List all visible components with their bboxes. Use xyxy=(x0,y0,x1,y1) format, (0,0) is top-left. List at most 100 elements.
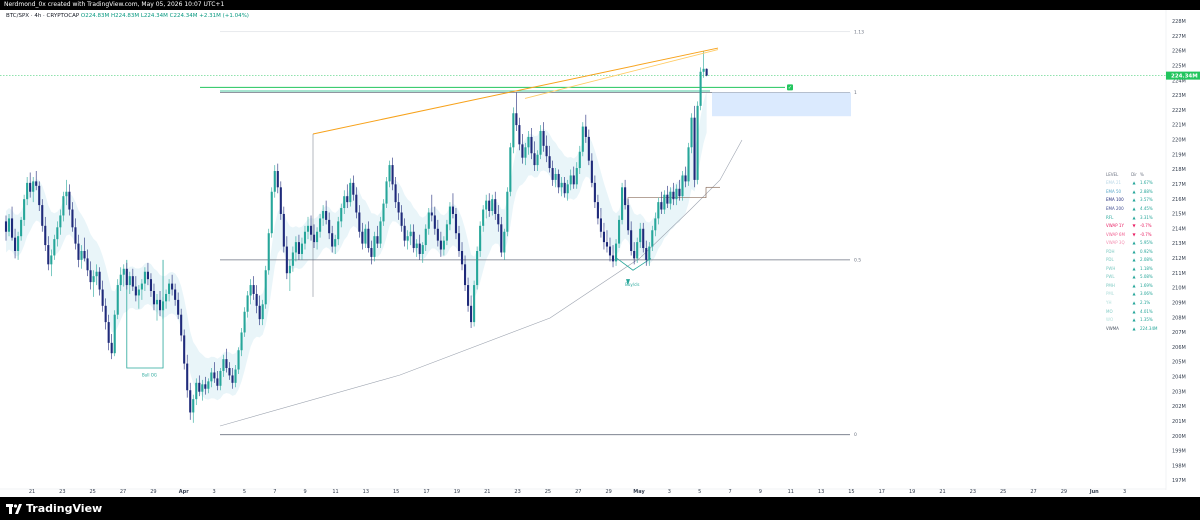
candle-body xyxy=(482,209,485,226)
candle-body xyxy=(20,219,23,237)
indicator-percent: 5.08% xyxy=(1140,274,1153,280)
candle-body xyxy=(596,202,599,219)
indicator-percent: 2.88% xyxy=(1140,188,1153,194)
candle-body xyxy=(584,126,587,137)
candle-body xyxy=(581,126,584,152)
candle-body xyxy=(149,279,153,291)
time-tick-label: 3 xyxy=(1123,489,1126,495)
time-tick-label: 29 xyxy=(150,489,156,495)
candle-body xyxy=(675,188,678,200)
candle-body xyxy=(370,248,373,257)
fib-level-label: 0.5 xyxy=(854,257,861,263)
candle-body xyxy=(442,240,445,250)
candle-body xyxy=(258,305,261,320)
candle-body xyxy=(331,233,334,247)
time-tick-label: 11 xyxy=(332,489,338,495)
candle-body xyxy=(83,251,86,259)
candle-body xyxy=(59,215,62,228)
parabolic-curve xyxy=(219,139,743,427)
check-mark-icon: ✓ xyxy=(788,85,792,91)
candle-body xyxy=(92,276,95,283)
last-price-label: 224.34M xyxy=(1171,74,1198,80)
candle-body xyxy=(56,227,59,240)
candle-body xyxy=(297,242,300,254)
candle-body xyxy=(530,136,533,154)
candle-body xyxy=(542,131,545,146)
candle-body xyxy=(578,151,581,169)
candle-body xyxy=(651,230,654,247)
candle-body xyxy=(240,332,243,351)
candle-body xyxy=(80,251,83,260)
candle-body xyxy=(485,200,488,210)
indicator-level: PDH xyxy=(1106,248,1115,254)
time-tick-label: 15 xyxy=(393,489,399,495)
candle-body xyxy=(503,231,506,253)
candle-body xyxy=(228,368,231,376)
candle-body xyxy=(113,314,116,354)
candle-body xyxy=(394,184,397,203)
candle-body xyxy=(171,283,174,290)
time-tick-label: 17 xyxy=(879,489,885,495)
candle-body xyxy=(611,255,615,262)
candle-body xyxy=(548,156,551,169)
time-tick-label: 27 xyxy=(575,489,581,495)
candle-body xyxy=(415,243,418,249)
indicator-direction-icon: ▲ xyxy=(1132,265,1136,271)
candle-body xyxy=(430,212,433,216)
time-tick-label: 9 xyxy=(759,489,762,495)
candle-body xyxy=(273,171,276,192)
price-tick-label: 212M xyxy=(1172,256,1186,262)
candle-body xyxy=(376,236,379,244)
candle-body xyxy=(379,221,382,244)
time-tick-label: 19 xyxy=(454,489,460,495)
candle-body xyxy=(614,243,618,262)
price-tick-label: 197M xyxy=(1172,478,1186,484)
candle-body xyxy=(237,350,240,370)
candle-body xyxy=(146,271,149,280)
candle-body xyxy=(252,285,255,294)
indicator-row: VWAP 3Q ▲ 5.95% xyxy=(1106,238,1164,247)
indicator-header-cell: % xyxy=(1140,171,1144,177)
indicator-direction-icon: ▲ xyxy=(1132,291,1136,297)
time-tick-label: Apr xyxy=(179,489,189,495)
candle-body xyxy=(35,181,38,186)
indicator-level: VWMA xyxy=(1106,325,1119,331)
candle-body xyxy=(515,113,518,126)
time-tick-label: Jun xyxy=(1089,489,1099,495)
candle-body xyxy=(524,147,527,158)
candle-body xyxy=(361,231,364,244)
price-tick-label: 209M xyxy=(1172,300,1186,306)
price-chart[interactable]: 1.13 1 0.5 0 ✓ Bull OG Buy/cls 197M 198M 199M 20… xyxy=(0,10,1200,497)
time-tick-label: 27 xyxy=(120,489,126,495)
candle-body xyxy=(328,219,331,234)
candle-body xyxy=(243,311,246,333)
candle-body xyxy=(633,251,636,259)
time-tick-label: 5 xyxy=(243,489,246,495)
candle-body xyxy=(192,399,195,413)
candle-body xyxy=(282,213,285,247)
candle-body xyxy=(409,231,412,237)
candle-body xyxy=(225,359,228,369)
indicator-direction-icon: ▲ xyxy=(1132,274,1136,280)
ema-ribbon xyxy=(6,91,707,401)
candle-body xyxy=(189,390,192,413)
indicator-row: MO ▲ 4.01% xyxy=(1106,307,1164,316)
footer-bar: TradingView xyxy=(0,497,1200,520)
indicator-percent: 3.31% xyxy=(1140,214,1153,220)
price-tick-label: 200M xyxy=(1172,434,1186,440)
price-tick-label: 227M xyxy=(1172,34,1186,40)
candle-body xyxy=(467,285,470,306)
indicator-direction-icon: ▲ xyxy=(1132,197,1136,203)
tradingview-brand[interactable]: TradingView xyxy=(6,500,102,517)
time-tick-label: 25 xyxy=(1000,489,1006,495)
indicator-header-cell: Dir xyxy=(1131,171,1137,177)
indicator-direction-icon: ▲ xyxy=(1132,308,1136,314)
candle-body xyxy=(551,168,554,180)
price-tick-label: 204M xyxy=(1172,375,1186,381)
candle-body xyxy=(439,240,442,250)
candle-body xyxy=(593,182,596,203)
candle-body xyxy=(29,182,32,192)
caption-text: Nerdmond_0x created with TradingView.com… xyxy=(4,1,225,8)
time-tick-label: 3 xyxy=(213,489,216,495)
candle-body xyxy=(433,215,436,229)
